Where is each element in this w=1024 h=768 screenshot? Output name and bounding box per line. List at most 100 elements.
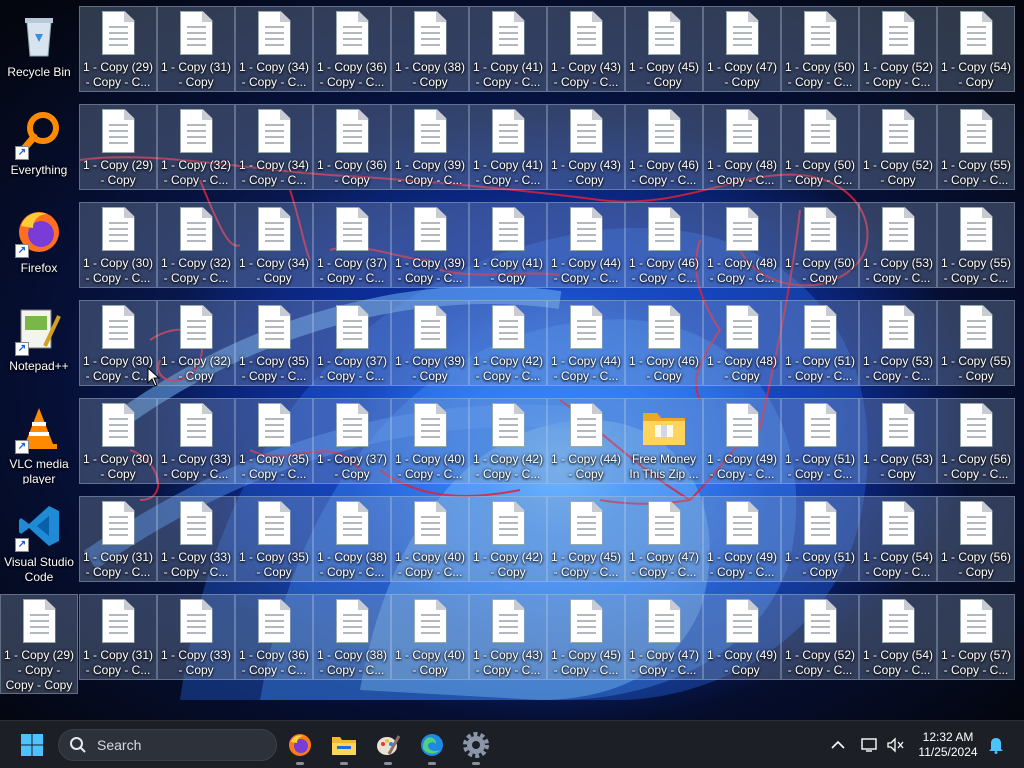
taskbar-app-settings[interactable] — [460, 729, 492, 765]
desktop-file[interactable]: 1 - Copy (53) - Copy - C... — [859, 202, 937, 288]
desktop-file[interactable]: 1 - Copy (50) - Copy - C... — [781, 104, 859, 190]
desktop-file[interactable]: 1 - Copy (29) - Copy — [79, 104, 157, 190]
desktop-file[interactable]: 1 - Copy (50) - Copy - C... — [781, 6, 859, 92]
desktop-file[interactable]: 1 - Copy (54) - Copy — [937, 6, 1015, 92]
desktop-file[interactable]: 1 - Copy (53) - Copy - C... — [859, 300, 937, 386]
desktop-file[interactable]: 1 - Copy (29) - Copy - C... — [79, 6, 157, 92]
desktop-file[interactable]: 1 - Copy (40) - Copy — [391, 594, 469, 680]
desktop-file[interactable]: 1 - Copy (45) - Copy — [625, 6, 703, 92]
desktop-file[interactable]: 1 - Copy (55) - Copy - C... — [937, 104, 1015, 190]
desktop-file[interactable]: 1 - Copy (31) - Copy - C... — [79, 594, 157, 680]
desktop-file[interactable]: 1 - Copy (55) - Copy - C... — [937, 202, 1015, 288]
desktop-file[interactable]: 1 - Copy (39) - Copy - C... — [391, 202, 469, 288]
desktop-file[interactable]: 1 - Copy (36) - Copy - C... — [235, 594, 313, 680]
desktop-file[interactable]: 1 - Copy (33) - Copy - C... — [157, 496, 235, 582]
desktop-file[interactable]: 1 - Copy (53) - Copy — [859, 398, 937, 484]
desktop-file[interactable]: 1 - Copy (56) - Copy — [937, 496, 1015, 582]
desktop-file[interactable]: 1 - Copy (51) - Copy — [781, 496, 859, 582]
desktop-file[interactable]: 1 - Copy (40) - Copy - C... — [391, 496, 469, 582]
desktop-file[interactable]: 1 - Copy (35) - Copy — [235, 496, 313, 582]
desktop-file[interactable]: 1 - Copy (42) - Copy - C... — [469, 300, 547, 386]
desktop-shortcut-vscode[interactable]: ↗ Visual Studio Code — [0, 496, 78, 582]
desktop-file[interactable]: 1 - Copy (44) - Copy - C... — [547, 300, 625, 386]
network-icon[interactable] — [860, 735, 880, 755]
desktop-file[interactable]: 1 - Copy (35) - Copy - C... — [235, 300, 313, 386]
desktop-file[interactable]: 1 - Copy (57) - Copy - C... — [937, 594, 1015, 680]
desktop-file[interactable]: 1 - Copy (42) - Copy — [469, 496, 547, 582]
desktop-file[interactable]: 1 - Copy (43) - Copy — [547, 104, 625, 190]
desktop-file[interactable]: 1 - Copy (31) - Copy - C... — [79, 496, 157, 582]
desktop-shortcut-everything-magnifier[interactable]: ↗ Everything — [0, 104, 78, 190]
desktop-file[interactable]: 1 - Copy (48) - Copy - C... — [703, 104, 781, 190]
system-clock[interactable]: 12:32 AM 11/25/2024 — [912, 730, 984, 760]
desktop-file[interactable]: 1 - Copy (42) - Copy - C... — [469, 398, 547, 484]
desktop-file[interactable]: 1 - Copy (52) - Copy - C... — [781, 594, 859, 680]
desktop-file[interactable]: 1 - Copy (39) - Copy - C... — [391, 104, 469, 190]
desktop-file[interactable]: 1 - Copy (46) - Copy - C... — [625, 104, 703, 190]
taskbar-app-edge[interactable] — [416, 729, 448, 765]
desktop-file[interactable]: 1 - Copy (39) - Copy — [391, 300, 469, 386]
desktop-file[interactable]: 1 - Copy (48) - Copy — [703, 300, 781, 386]
desktop-shortcut-vlc-cone[interactable]: ↗ VLC media player — [0, 398, 78, 484]
desktop-file[interactable]: 1 - Copy (51) - Copy - C... — [781, 398, 859, 484]
taskbar-app-paint[interactable] — [372, 729, 404, 765]
desktop-file[interactable]: 1 - Copy (40) - Copy - C... — [391, 398, 469, 484]
desktop-file[interactable]: 1 - Copy (52) - Copy - C... — [859, 6, 937, 92]
desktop-file[interactable]: 1 - Copy (32) - Copy — [157, 300, 235, 386]
desktop-file[interactable]: 1 - Copy (34) - Copy — [235, 202, 313, 288]
desktop-file[interactable]: 1 - Copy (47) - Copy - C... — [625, 496, 703, 582]
desktop-file[interactable]: 1 - Copy (41) - Copy — [469, 202, 547, 288]
desktop-file[interactable]: 1 - Copy (50) - Copy — [781, 202, 859, 288]
desktop-file[interactable]: 1 - Copy (44) - Copy — [547, 398, 625, 484]
desktop-file[interactable]: 1 - Copy (37) - Copy - C... — [313, 300, 391, 386]
desktop-file[interactable]: 1 - Copy (30) - Copy - C... — [79, 300, 157, 386]
desktop-file[interactable]: 1 - Copy (32) - Copy - C... — [157, 202, 235, 288]
desktop-file[interactable]: 1 - Copy (33) - Copy - C... — [157, 398, 235, 484]
desktop-file[interactable]: 1 - Copy (48) - Copy - C... — [703, 202, 781, 288]
desktop-file[interactable]: 1 - Copy (43) - Copy - C... — [547, 6, 625, 92]
desktop-file[interactable]: 1 - Copy (29) - Copy - Copy - Copy — [0, 594, 78, 694]
desktop-file[interactable]: 1 - Copy (52) - Copy — [859, 104, 937, 190]
desktop-file[interactable]: 1 - Copy (30) - Copy — [79, 398, 157, 484]
desktop-file[interactable]: 1 - Copy (45) - Copy - C... — [547, 496, 625, 582]
desktop-file[interactable]: 1 - Copy (36) - Copy - C... — [313, 6, 391, 92]
desktop-file[interactable]: 1 - Copy (49) - Copy — [703, 594, 781, 680]
desktop-file[interactable]: 1 - Copy (31) - Copy — [157, 6, 235, 92]
desktop-file[interactable]: 1 - Copy (54) - Copy - C... — [859, 594, 937, 680]
desktop-file[interactable]: 1 - Copy (46) - Copy — [625, 300, 703, 386]
desktop-file[interactable]: 1 - Copy (44) - Copy - C... — [547, 202, 625, 288]
taskbar-app-file-explorer[interactable] — [328, 729, 360, 765]
chevron-up-icon[interactable] — [828, 735, 848, 755]
desktop-file[interactable]: 1 - Copy (34) - Copy - C... — [235, 6, 313, 92]
desktop-file[interactable]: 1 - Copy (38) - Copy - C... — [313, 594, 391, 680]
taskbar-search-box[interactable]: Search — [58, 729, 277, 761]
desktop-file[interactable]: 1 - Copy (32) - Copy - C... — [157, 104, 235, 190]
desktop-file[interactable]: 1 - Copy (37) - Copy — [313, 398, 391, 484]
desktop-shortcut-notepad-plus-plus[interactable]: ↗ Notepad++ — [0, 300, 78, 386]
desktop-file[interactable]: 1 - Copy (46) - Copy - C... — [625, 202, 703, 288]
desktop-file[interactable]: 1 - Copy (38) - Copy - C... — [313, 496, 391, 582]
desktop-file[interactable]: 1 - Copy (43) - Copy - C... — [469, 594, 547, 680]
desktop-file[interactable]: 1 - Copy (41) - Copy - C... — [469, 6, 547, 92]
desktop-file[interactable]: 1 - Copy (36) - Copy — [313, 104, 391, 190]
desktop-file[interactable]: 1 - Copy (54) - Copy - C... — [859, 496, 937, 582]
desktop-file[interactable]: 1 - Copy (51) - Copy - C... — [781, 300, 859, 386]
desktop-file[interactable]: 1 - Copy (41) - Copy - C... — [469, 104, 547, 190]
desktop-file[interactable]: 1 - Copy (45) - Copy - C... — [547, 594, 625, 680]
desktop-file[interactable]: 1 - Copy (49) - Copy - C... — [703, 398, 781, 484]
desktop-file[interactable]: 1 - Copy (47) - Copy — [703, 6, 781, 92]
desktop-file[interactable]: 1 - Copy (37) - Copy - C... — [313, 202, 391, 288]
desktop-file[interactable]: 1 - Copy (33) - Copy — [157, 594, 235, 680]
desktop-file[interactable]: 1 - Copy (47) - Copy - C... — [625, 594, 703, 680]
desktop-file[interactable]: 1 - Copy (38) - Copy — [391, 6, 469, 92]
desktop-file[interactable]: 1 - Copy (35) - Copy - C... — [235, 398, 313, 484]
desktop-shortcut-recycle-bin[interactable]: Recycle Bin — [0, 6, 78, 92]
desktop-file[interactable]: 1 - Copy (55) - Copy — [937, 300, 1015, 386]
desktop-file[interactable]: 1 - Copy (56) - Copy - C... — [937, 398, 1015, 484]
desktop-file[interactable]: 1 - Copy (30) - Copy - C... — [79, 202, 157, 288]
volume-muted-icon[interactable] — [885, 735, 905, 755]
windows-start-icon[interactable] — [16, 729, 48, 761]
desktop-file[interactable]: 1 - Copy (34) - Copy - C... — [235, 104, 313, 190]
taskbar-app-firefox[interactable] — [284, 729, 316, 765]
desktop-shortcut-firefox[interactable]: ↗ Firefox — [0, 202, 78, 288]
